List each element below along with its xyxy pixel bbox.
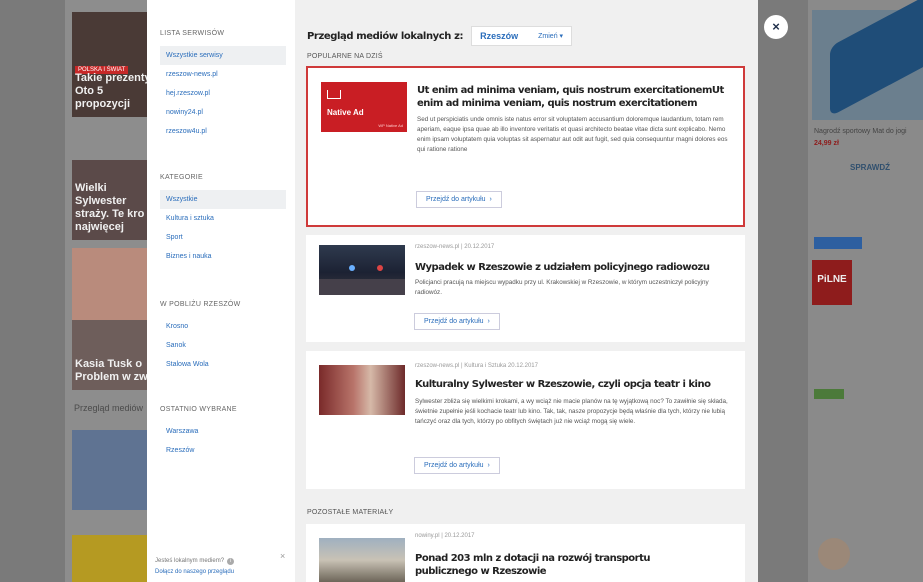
article-card[interactable]: rzeszow-news.pl | Kultura i Sztuka 20.12… [306,351,745,489]
categories-section: KATEGORIE Wszystkie Kultura i sztuka Spo… [160,174,286,266]
nearby-heading: W POBLIŻU RZESZÓW [160,301,241,308]
article-title[interactable]: Kulturalny Sylwester w Rzeszowie, czyli … [415,378,735,391]
background-text: Nagrodź sportowy Mat do jogi [814,128,907,135]
background-news-thumb [72,535,152,582]
service-item[interactable]: rzeszow-news.pl [160,65,286,84]
category-item-all[interactable]: Wszystkie [160,190,286,209]
modal-content: Przegląd mediów lokalnych z: Rzeszów Zmi… [295,0,758,582]
article-meta: rzeszow-news.pl | Kultura i Sztuka 20.12… [415,363,538,369]
article-thumbnail[interactable] [319,245,405,295]
categories-heading: KATEGORIE [160,174,204,181]
button-label: Przejdź do artykułu [424,462,484,469]
background-caption: Kasia Tusk o Problem w zw [75,358,148,383]
recent-section: OSTATNIO WYBRANE Warszawa Rzeszów [160,406,286,460]
chevron-right-icon: › [487,318,490,325]
category-item[interactable]: Kultura i sztuka [160,209,286,228]
service-item-all[interactable]: Wszystkie serwisy [160,46,286,65]
thumbnail-detail [319,279,405,295]
category-item[interactable]: Sport [160,228,286,247]
article-meta: rzeszow-news.pl | 20.12.2017 [415,244,495,250]
category-item[interactable]: Biznes i nauka [160,247,286,266]
featured-title[interactable]: Ut enim ad minima veniam, quis nostrum e… [417,84,737,110]
services-heading: LISTA SERWISÓW [160,30,225,37]
article-card[interactable]: rzeszow-news.pl | 20.12.2017 Wypadek w R… [306,235,745,342]
city-selector[interactable]: Rzeszów Zmień ▾ [471,26,573,46]
modal-sidebar: LISTA SERWISÓW Wszystkie serwisy rzeszow… [147,0,295,582]
article-thumbnail[interactable] [319,538,405,582]
background-text: PiLNE [817,274,847,285]
info-icon[interactable]: i [227,558,235,565]
background-news-thumb: Wielki Sylwester straży. Te kro najwięce… [72,160,152,240]
recent-heading: OSTATNIO WYBRANE [160,406,237,413]
button-label: Przejdź do artykułu [426,196,486,203]
media-review-modal: LISTA SERWISÓW Wszystkie serwisy rzeszow… [147,0,758,582]
background-caption: Takie prezenty Oto 5 propozycji [75,72,151,110]
nearby-city-item[interactable]: Stalowa Wola [160,355,286,374]
article-card[interactable]: nowiny.pl | 20.12.2017 Ponad 203 mln z d… [306,524,745,582]
background-news-thumb [72,248,152,328]
chevron-right-icon: › [487,462,490,469]
join-link[interactable]: Dołącz do naszego przeglądu [155,567,287,578]
background-news-thumb: Kasia Tusk o Problem w zw [72,320,152,390]
native-ad-sublabel: WP Native Ad [378,123,403,128]
popular-section-label: POPULARNE NA DZIŚ [307,53,383,60]
read-more-button[interactable]: Przejdź do artykułu › [414,313,500,330]
featured-article-card[interactable]: Native Ad WP Native Ad Ut enim ad minima… [306,66,745,227]
read-more-button[interactable]: Przejdź do artykułu › [414,457,500,474]
background-pilne-thumb: PiLNE [812,260,852,305]
native-ad-thumbnail[interactable]: Native Ad WP Native Ad [321,82,407,132]
services-section: LISTA SERWISÓW Wszystkie serwisy rzeszow… [160,30,286,141]
article-title[interactable]: Ponad 203 mln z dotacji na rozwój transp… [415,552,715,578]
nearby-city-item[interactable]: Sanok [160,336,286,355]
article-excerpt: Policjanci pracują na miejscu wypadku pr… [415,279,709,296]
background-badge [814,389,844,399]
sidebar-footer: Jesteś lokalnym mediem? i Dołącz do nasze… [155,556,287,578]
service-item[interactable]: rzeszow4u.pl [160,122,286,141]
button-label: Przejdź do artykułu [424,318,484,325]
other-section-label: POZOSTAŁE MATERIAŁY [307,509,394,516]
change-city-link[interactable]: Zmień ▾ [538,32,563,40]
footer-prompt-text: Jesteś lokalnym mediem? [155,558,225,564]
article-excerpt: Sylwester zbliża się wielkimi krokami, a… [415,398,728,425]
article-title[interactable]: Wypadek w Rzeszowie z udziałem policyjne… [415,261,735,274]
modal-header: Przegląd mediów lokalnych z: Rzeszów Zmi… [307,26,573,46]
header-label: Przegląd mediów lokalnych z: [307,30,464,42]
selected-city: Rzeszów [480,31,519,41]
featured-read-more-button[interactable]: Przejdź do artykułu › [416,191,502,208]
service-item[interactable]: nowiny24.pl [160,103,286,122]
wp-logo-icon [327,90,341,99]
background-text: Przegląd mediów [74,403,144,413]
background-text: 24,99 zł [814,140,839,147]
footer-prompt: Jesteś lokalnym mediem? i [155,556,287,567]
nearby-city-item[interactable]: Krosno [160,317,286,336]
service-item[interactable]: hej.rzeszow.pl [160,84,286,103]
article-meta: nowiny.pl | 20.12.2017 [415,533,475,539]
recent-city-item[interactable]: Warszawa [160,422,286,441]
recent-city-item[interactable]: Rzeszów [160,441,286,460]
background-news-thumb [72,430,152,510]
background-news-thumb: POLSKA I ŚWIAT Takie prezenty Oto 5 prop… [72,12,152,117]
close-icon[interactable]: × [764,15,788,39]
background-button: SPRAWDŹ [850,163,890,172]
thumbnail-detail [349,265,355,271]
background-avatar [818,538,850,570]
footer-close-icon[interactable]: × [280,551,285,561]
background-badge [814,237,862,249]
article-thumbnail[interactable] [319,365,405,415]
nearby-section: W POBLIŻU RZESZÓW Krosno Sanok Stalowa W… [160,301,286,374]
chevron-right-icon: › [489,196,492,203]
background-caption: Wielki Sylwester straży. Te kro najwięce… [75,182,145,233]
thumbnail-detail [377,265,383,271]
featured-excerpt: Sed ut perspiciatis unde omnis iste natu… [417,116,728,153]
native-ad-label: Native Ad [327,108,364,117]
